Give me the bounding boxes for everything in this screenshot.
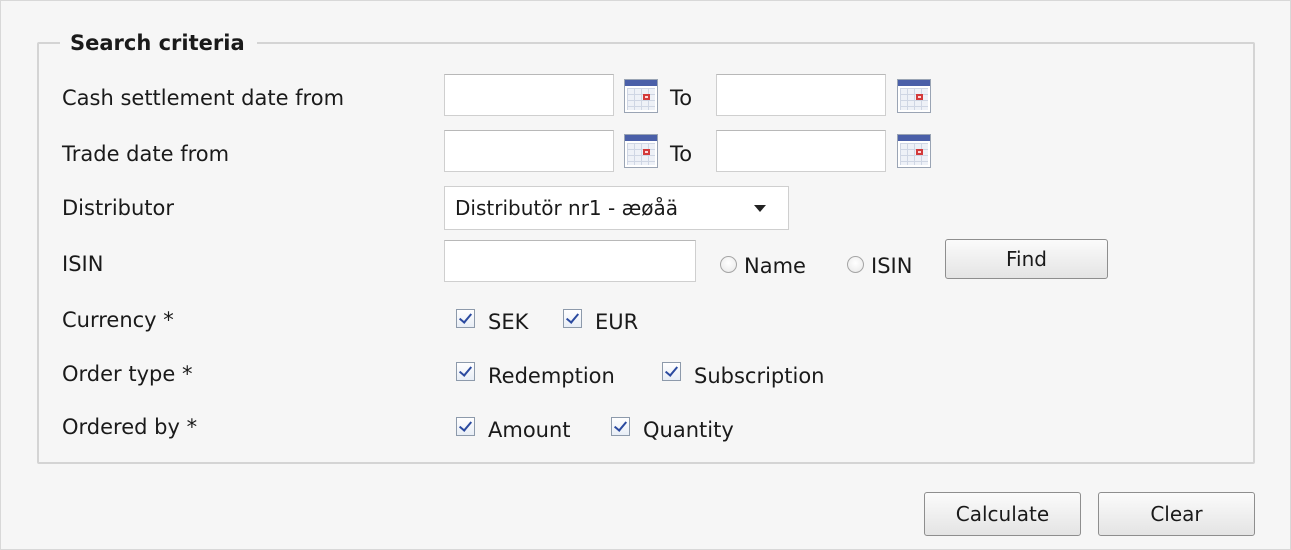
- cash-settlement-from-calendar-icon[interactable]: [624, 79, 658, 113]
- order-type-subscription-checkbox[interactable]: [662, 362, 681, 381]
- currency-sek-checkbox[interactable]: [456, 309, 475, 328]
- isin-input[interactable]: [444, 240, 696, 282]
- chevron-down-icon: [754, 205, 766, 212]
- order-type-redemption-label: Redemption: [488, 364, 615, 388]
- trade-date-from-calendar-icon[interactable]: [624, 134, 658, 168]
- distributor-select[interactable]: Distributör nr1 - æøåä: [444, 186, 789, 230]
- ordered-by-label: Ordered by *: [62, 415, 198, 439]
- order-type-subscription-label: Subscription: [694, 364, 825, 388]
- cash-settlement-to-input[interactable]: [716, 74, 886, 116]
- distributor-label: Distributor: [62, 196, 175, 220]
- trade-date-to-input[interactable]: [716, 130, 886, 172]
- find-button[interactable]: Find: [945, 239, 1108, 279]
- ordered-by-quantity-checkbox[interactable]: [611, 417, 630, 436]
- search-by-isin-label: ISIN: [871, 254, 913, 278]
- ordered-by-amount-checkbox[interactable]: [456, 417, 475, 436]
- search-criteria-legend: Search criteria: [60, 28, 257, 58]
- trade-date-label: Trade date from: [62, 142, 230, 166]
- trade-date-from-input[interactable]: [444, 130, 614, 172]
- trade-date-to-label: To: [670, 142, 693, 166]
- cash-settlement-date-label: Cash settlement date from: [62, 86, 345, 110]
- search-by-isin-radio[interactable]: [847, 256, 864, 273]
- currency-eur-label: EUR: [595, 310, 639, 334]
- distributor-selected-value: Distributör nr1 - æøåä: [455, 196, 678, 220]
- ordered-by-amount-label: Amount: [488, 418, 571, 442]
- isin-label: ISIN: [62, 252, 104, 276]
- order-type-redemption-checkbox[interactable]: [456, 362, 475, 381]
- search-by-name-radio[interactable]: [720, 256, 737, 273]
- ordered-by-quantity-label: Quantity: [643, 418, 734, 442]
- trade-date-to-calendar-icon[interactable]: [897, 134, 931, 168]
- cash-settlement-from-input[interactable]: [444, 74, 614, 116]
- cash-settlement-to-label: To: [670, 86, 693, 110]
- currency-eur-checkbox[interactable]: [563, 309, 582, 328]
- search-by-name-label: Name: [744, 254, 806, 278]
- order-type-label: Order type *: [62, 362, 193, 386]
- currency-sek-label: SEK: [488, 310, 529, 334]
- clear-button[interactable]: Clear: [1098, 492, 1255, 536]
- calculate-button[interactable]: Calculate: [924, 492, 1081, 536]
- currency-label: Currency *: [62, 308, 174, 332]
- cash-settlement-to-calendar-icon[interactable]: [897, 79, 931, 113]
